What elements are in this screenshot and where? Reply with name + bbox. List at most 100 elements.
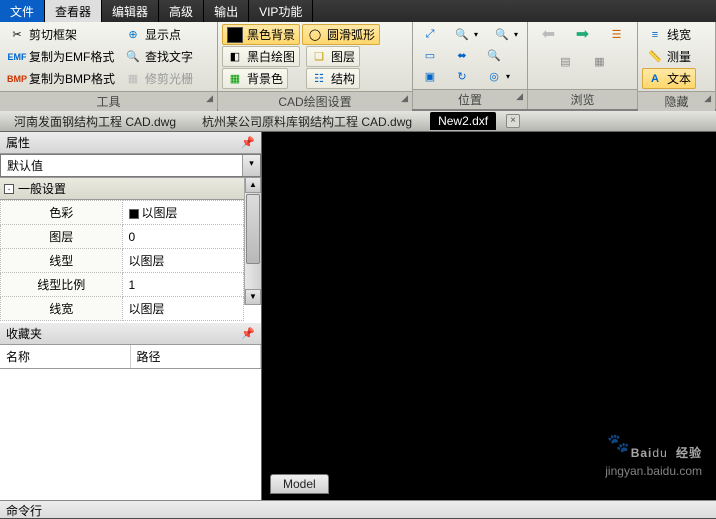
file-tab-3[interactable]: New2.dxf [430,112,496,130]
text-icon: A [647,71,663,87]
watermark: 🐾Baidu 经验 jingyan.baidu.com [605,433,702,478]
group-tools: ✂剪切框架 EMF复制为EMF格式 BMP复制为BMP格式 ⊕显示点 🔍查找文字… [0,22,218,109]
scroll-thumb[interactable] [246,194,260,264]
table-row: 线宽以图层 [1,297,244,321]
target-icon: ⊕ [125,27,141,43]
prop-section-general[interactable]: - 一般设置 [0,177,244,200]
panel-title: 收藏夹 [6,325,42,342]
menu-file[interactable]: 文件 [0,0,45,22]
ruler-icon: 📏 [647,49,663,65]
color-swatch-icon [129,209,139,219]
grid-icon: ▦ [592,53,608,69]
favorites-columns: 名称 路径 [0,345,261,369]
label: 修剪光栅 [145,70,193,87]
drawing-viewport[interactable]: Model 🐾Baidu 经验 jingyan.baidu.com [262,132,716,500]
search-icon: 🔍 [125,49,141,65]
zoom-rect-icon: 🔍 [454,26,470,42]
model-tab[interactable]: Model [270,474,329,494]
menu-output[interactable]: 输出 [204,0,249,22]
label: 结构 [331,70,355,87]
btn-layer[interactable]: ❑图层 [306,46,360,67]
table-row: 色彩以图层 [1,201,244,225]
btn-clip-frame[interactable]: ✂剪切框架 [4,24,120,45]
wm-cn: 经验 [676,446,702,460]
expand-icon[interactable]: ◢ [516,91,523,102]
label: 复制为EMF格式 [29,48,114,65]
btn-bw-draw[interactable]: ◧黑白绘图 [222,46,300,67]
table-row: 线型以图层 [1,249,244,273]
label: 剪切框架 [29,26,77,43]
file-tab-1[interactable]: 河南发面钢结构工程 CAD.dwg [6,111,184,132]
menu-editor[interactable]: 编辑器 [102,0,159,22]
extents-icon: ▭ [422,47,438,63]
label: 黑白绘图 [247,48,295,65]
btn-text[interactable]: A文本 [642,68,696,89]
btn-black-bg[interactable]: 黑色背景 [222,24,300,45]
btn-structure[interactable]: ☷结构 [306,68,360,89]
btn-copy-emf[interactable]: EMF复制为EMF格式 [4,46,120,67]
group-title: 隐藏◢ [638,91,715,111]
trim-icon: ▦ [125,71,141,87]
btn-pan[interactable]: ⬌ [449,45,475,65]
collapse-icon[interactable]: - [4,184,14,194]
btn-fit[interactable]: ⤢ [417,24,443,44]
pin-icon[interactable]: 📌 [241,327,255,340]
pin-icon[interactable]: 📌 [241,136,255,149]
arrow-left-icon: ⬅ [541,26,557,42]
scroll-up-icon[interactable]: ▲ [245,177,261,193]
btn-next[interactable]: ➡ [570,24,596,44]
label: 文本 [667,70,691,87]
menu-viewer[interactable]: 查看器 [45,0,102,22]
scrollbar[interactable]: ▲ ▼ [244,177,261,305]
command-line[interactable]: 命令行 [0,500,716,518]
btn-linewidth[interactable]: ≡线宽 [642,24,696,45]
favorites-header: 收藏夹 📌 [0,323,261,345]
label: 背景色 [247,70,283,87]
btn-list[interactable]: ☰ [604,24,630,44]
combo-text: 默认值 [1,155,242,176]
btn-smooth-arc[interactable]: ◯圆滑弧形 [302,24,380,45]
btn-pos-c[interactable]: ◎▾ [481,66,515,86]
linewidth-icon: ≡ [647,27,663,43]
btn-browse-a[interactable]: ▤ [553,51,579,71]
btn-bg-color[interactable]: ▦背景色 [222,68,288,89]
left-panel: 属性 📌 默认值 ▾ - 一般设置 色彩以图层 图层0 线型以图层 线型比例1 … [0,132,262,500]
btn-measure[interactable]: 📏测量 [642,46,696,67]
ribbon: ✂剪切框架 EMF复制为EMF格式 BMP复制为BMP格式 ⊕显示点 🔍查找文字… [0,22,716,110]
paw-icon: 🐾 [607,433,630,453]
chevron-down-icon[interactable]: ▾ [242,155,260,176]
fit-icon: ⤢ [422,26,438,42]
list-icon: ☰ [609,26,625,42]
expand-icon[interactable]: ◢ [206,93,213,104]
btn-browse-b[interactable]: ▦ [587,51,613,71]
default-combo[interactable]: 默认值 ▾ [0,154,261,177]
palette-icon: ▦ [227,71,243,87]
btn-pos-a[interactable]: ▣ [417,66,443,86]
btn-prev: ⬅ [536,24,562,44]
label: 线宽 [667,26,691,43]
scroll-down-icon[interactable]: ▼ [245,289,261,305]
btn-zoom-out[interactable]: 🔍 [481,45,507,65]
close-tab-button[interactable]: × [506,114,520,128]
expand-icon[interactable]: ◢ [704,93,711,104]
btn-zoom-region[interactable]: 🔍▾ [449,24,483,44]
menu-vip[interactable]: VIP功能 [249,0,313,22]
label: 复制为BMP格式 [29,70,115,87]
label: New2.dxf [438,114,488,128]
col-header-path[interactable]: 路径 [131,345,262,368]
doc-icon: ▤ [558,53,574,69]
btn-extents[interactable]: ▭ [417,45,443,65]
tree-icon: ☷ [311,71,327,87]
btn-pos-b[interactable]: ↻ [449,66,475,86]
arc-icon: ◯ [307,27,323,43]
btn-find-text[interactable]: 🔍查找文字 [120,46,198,67]
col-header-name[interactable]: 名称 [0,345,131,368]
label: 图层 [331,48,355,65]
btn-clear-aperture: ▦修剪光栅 [120,68,198,89]
expand-icon[interactable]: ◢ [401,93,408,104]
btn-show-points[interactable]: ⊕显示点 [120,24,198,45]
btn-zoom-in[interactable]: 🔍▾ [489,24,523,44]
btn-copy-bmp[interactable]: BMP复制为BMP格式 [4,68,120,89]
file-tab-2[interactable]: 杭州某公司原料库钢结构工程 CAD.dwg [194,111,420,132]
menu-advanced[interactable]: 高级 [159,0,204,22]
